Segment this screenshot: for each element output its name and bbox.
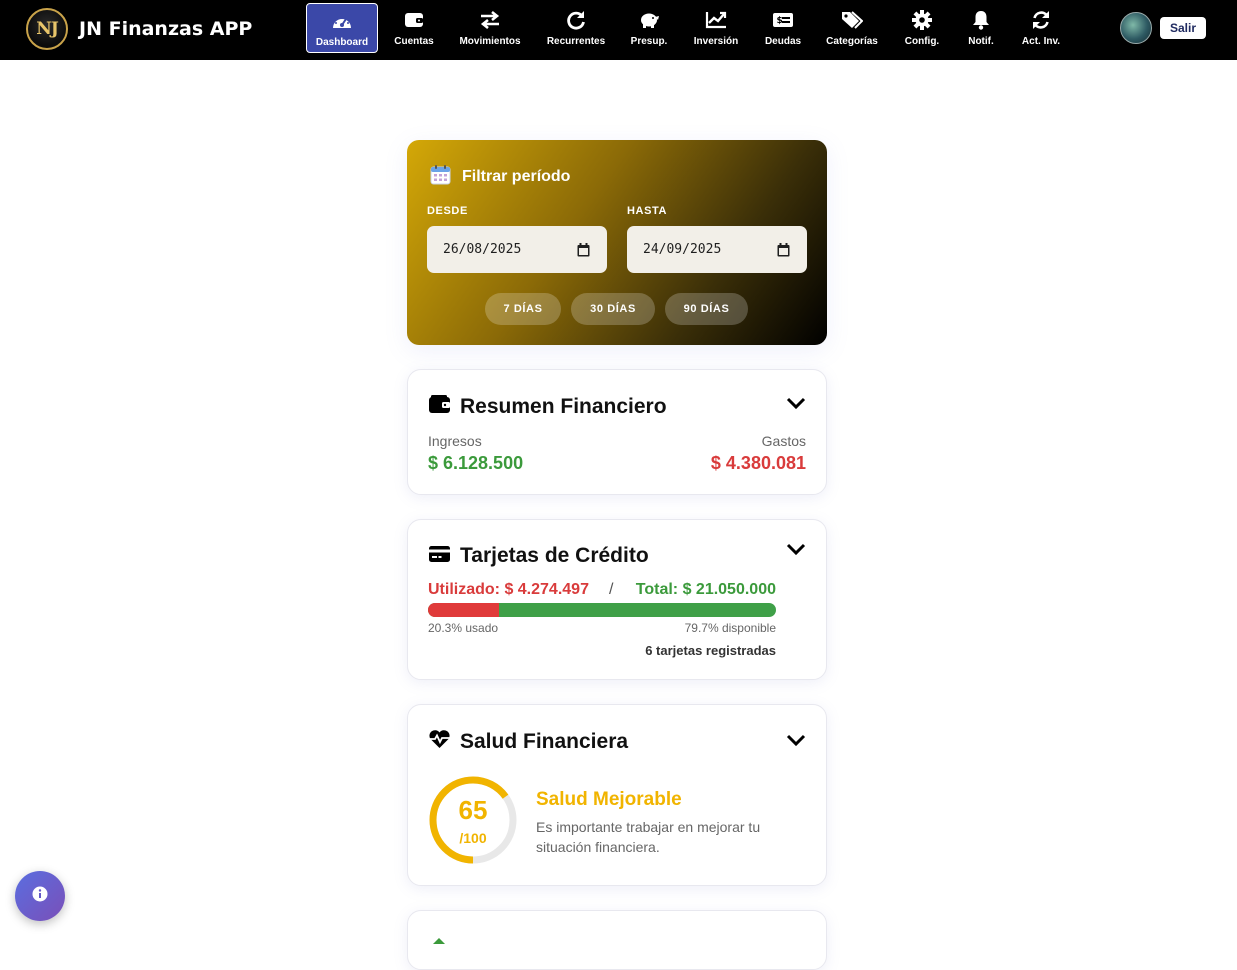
- svg-text:$: $: [777, 16, 783, 26]
- used-percent: 20.3% usado: [428, 621, 499, 635]
- nav-recurrentes[interactable]: Recurrentes: [543, 3, 609, 53]
- app-name: JN Finanzas APP: [79, 18, 253, 40]
- nav-label: Notif.: [968, 36, 994, 47]
- nav-label: Act. Inv.: [1021, 36, 1061, 47]
- logout-button[interactable]: Salir: [1160, 17, 1206, 39]
- health-description-line1: Es importante trabajar en mejorar tu: [536, 819, 761, 835]
- credit-card-icon: [428, 545, 451, 568]
- info-button[interactable]: [15, 871, 65, 921]
- money-check-icon: $: [772, 9, 794, 31]
- summary-header[interactable]: Resumen Financiero: [428, 394, 667, 419]
- next-card: [407, 910, 827, 970]
- sync-icon: [1031, 9, 1051, 31]
- from-date-input[interactable]: 26/08/2025: [427, 226, 607, 273]
- quick-7-days-button[interactable]: 7 DÍAS: [485, 293, 561, 325]
- nav-inversion[interactable]: Inversión: [690, 3, 742, 53]
- expense-value: $ 4.380.081: [710, 453, 806, 473]
- heartbeat-icon: [428, 729, 451, 754]
- nav-label: Movimientos: [459, 36, 521, 47]
- nav-actualizar-inversiones[interactable]: Act. Inv.: [1017, 3, 1065, 53]
- nav-label: Deudas: [764, 36, 802, 47]
- expense-label: Gastos: [761, 433, 806, 449]
- nav-categorias[interactable]: Categorías: [823, 3, 881, 53]
- gear-icon: [912, 9, 932, 31]
- summary-title: Resumen Financiero: [460, 394, 667, 418]
- brand[interactable]: NJ JN Finanzas APP: [26, 8, 252, 50]
- filter-title: Filtrar período: [462, 168, 571, 185]
- wallet-icon: [404, 9, 424, 31]
- chevron-down-icon[interactable]: [786, 542, 806, 561]
- nav-notificaciones[interactable]: Notif.: [962, 3, 1000, 53]
- calendar-picker-icon[interactable]: [577, 243, 590, 261]
- health-score-gauge: 65 /100: [428, 775, 518, 865]
- nav-dashboard[interactable]: Dashboard: [306, 3, 378, 53]
- chevron-down-icon[interactable]: [786, 396, 806, 415]
- gauge-icon: [331, 10, 353, 32]
- health-status: Salud Mejorable: [536, 789, 682, 810]
- income-value: $ 6.128.500: [428, 453, 524, 473]
- filter-header: Filtrar período: [430, 164, 570, 190]
- tags-icon: [841, 9, 863, 31]
- from-label: DESDE: [427, 205, 468, 217]
- health-description-line2: situación financiera.: [536, 839, 660, 855]
- used-amount: Utilizado: $ 4.274.497: [428, 581, 589, 598]
- quick-30-days-button[interactable]: 30 DÍAS: [571, 293, 655, 325]
- financial-health-card: Salud Financiera 65 /100 Salud Mejorable…: [407, 704, 827, 886]
- nav-movimientos[interactable]: Movimientos: [455, 3, 525, 53]
- total-amount: Total: $ 21.050.000: [635, 581, 776, 598]
- chart-line-icon: [705, 9, 727, 31]
- chevron-down-icon[interactable]: [786, 733, 806, 752]
- partial-icon: [432, 931, 446, 949]
- piggy-bank-icon: [638, 9, 660, 31]
- nav-presupuesto[interactable]: Presup.: [627, 3, 671, 53]
- credit-usage-bar: [428, 603, 776, 617]
- credit-cards-card: Tarjetas de Crédito Utilizado: $ 4.274.4…: [407, 519, 827, 680]
- nav-config[interactable]: Config.: [899, 3, 945, 53]
- available-percent: 79.7% disponible: [684, 621, 776, 635]
- period-filter-card: Filtrar período DESDE 26/08/2025 HASTA 2…: [407, 140, 827, 345]
- cards-count: 6 tarjetas registradas: [645, 643, 776, 658]
- to-date-input[interactable]: 24/09/2025: [627, 226, 807, 273]
- nav-label: Presup.: [630, 36, 668, 47]
- health-header[interactable]: Salud Financiera: [428, 729, 628, 754]
- health-title: Salud Financiera: [460, 729, 629, 753]
- nav-label: Cuentas: [394, 36, 434, 47]
- credit-cards-header[interactable]: Tarjetas de Crédito: [428, 544, 649, 568]
- from-date-value: 26/08/2025: [443, 242, 522, 257]
- nav-label: Recurrentes: [546, 36, 606, 47]
- redo-icon: [566, 9, 586, 31]
- bell-icon: [972, 9, 990, 31]
- calendar-icon: [430, 164, 451, 190]
- health-score: 65: [458, 795, 488, 825]
- to-date-value: 24/09/2025: [643, 242, 722, 257]
- app-logo: NJ: [26, 8, 68, 50]
- nav-label: Config.: [904, 36, 940, 47]
- exchange-icon: [479, 9, 501, 31]
- amount-separator: /: [609, 581, 614, 598]
- to-label: HASTA: [627, 205, 668, 217]
- credit-cards-title: Tarjetas de Crédito: [460, 544, 649, 567]
- summary-card: Resumen Financiero Ingresos $ 6.128.500 …: [407, 369, 827, 495]
- credit-usage-fill: [428, 603, 499, 617]
- nav-label: Inversión: [693, 36, 739, 47]
- nav-label: Categorías: [826, 36, 878, 47]
- nav-label: Dashboard: [315, 37, 369, 48]
- wallet-icon: [428, 394, 451, 419]
- nav-deudas[interactable]: $ Deudas: [760, 3, 806, 53]
- quick-90-days-button[interactable]: 90 DÍAS: [665, 293, 748, 325]
- nav-cuentas[interactable]: Cuentas: [388, 3, 440, 53]
- income-label: Ingresos: [428, 433, 482, 449]
- calendar-picker-icon[interactable]: [777, 243, 790, 261]
- health-score-max: /100: [459, 830, 487, 846]
- avatar[interactable]: [1120, 12, 1152, 44]
- top-navbar: NJ JN Finanzas APP Dashboard Cuentas Mov…: [0, 0, 1237, 60]
- info-icon: [32, 886, 48, 907]
